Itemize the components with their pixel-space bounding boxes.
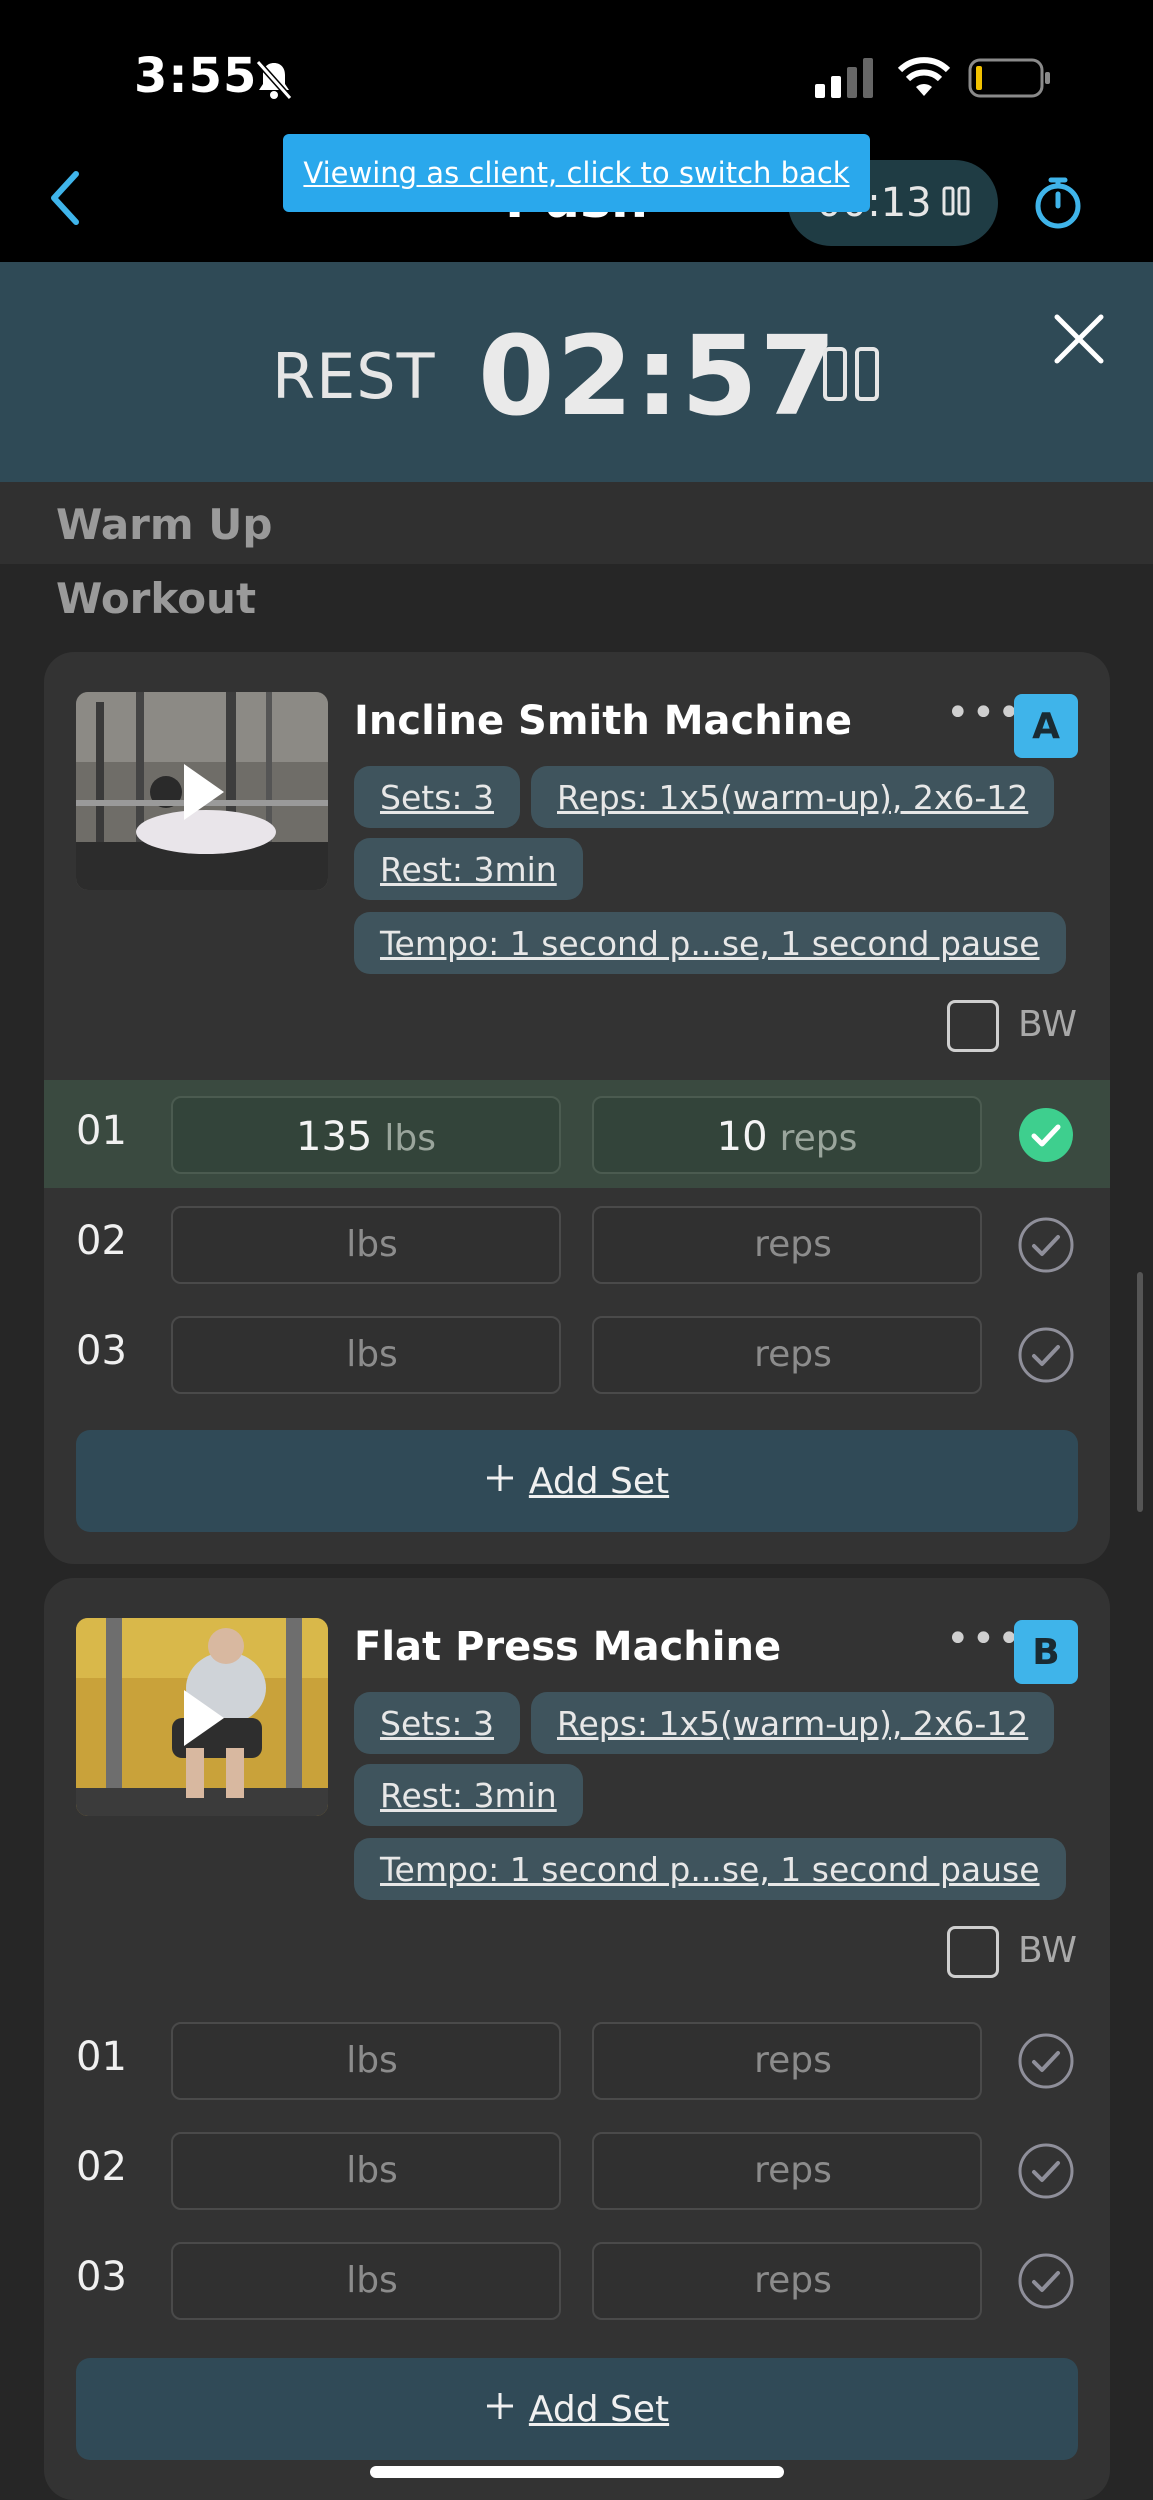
exercise-video-thumbnail[interactable] (76, 692, 328, 890)
reps-input[interactable]: reps (592, 2022, 982, 2100)
cellular-signal-icon (815, 58, 877, 102)
exercise-card-a: Incline Smith Machine ••• A Sets: 3 Reps… (44, 652, 1110, 1564)
add-set-button[interactable]: Add Set (76, 2358, 1078, 2460)
weight-unit: lbs (346, 1334, 398, 1375)
reps-input[interactable]: reps (592, 1316, 982, 1394)
tempo-chip[interactable]: Tempo: 1 second p...se, 1 second pause (354, 912, 1066, 974)
reps-unit: reps (754, 1334, 832, 1375)
set-row: 01 lbs reps (44, 2006, 1110, 2114)
set-number: 02 (76, 1218, 127, 1264)
stopwatch-icon[interactable] (1032, 176, 1084, 234)
bodyweight-label: BW (1018, 1004, 1078, 1045)
exercise-card-b: Flat Press Machine ••• B Sets: 3 Reps: 1… (44, 1578, 1110, 2500)
sets-chip[interactable]: Sets: 3 (354, 1692, 520, 1754)
add-set-label: Add Set (528, 2388, 670, 2430)
weight-value: 135 (296, 1114, 373, 1160)
more-options-icon[interactable]: ••• (946, 690, 1023, 736)
weight-unit: lbs (346, 1224, 398, 1265)
reps-unit: reps (754, 2040, 832, 2081)
status-time: 3:55 (134, 48, 258, 104)
weight-unit: lbs (384, 1118, 436, 1159)
close-icon[interactable] (1052, 312, 1106, 370)
workout-title-section: Workout (56, 574, 257, 623)
bodyweight-label: BW (1018, 1930, 1078, 1971)
weight-unit: lbs (346, 2150, 398, 2191)
warm-up-title[interactable]: Warm Up (56, 500, 272, 549)
bodyweight-checkbox[interactable] (947, 1926, 999, 1978)
plus-icon (485, 1461, 515, 1502)
reps-input[interactable]: reps (592, 2132, 982, 2210)
set-row: 02 lbs reps (44, 2116, 1110, 2224)
add-set-label: Add Set (528, 1460, 670, 1502)
sets-chip[interactable]: Sets: 3 (354, 766, 520, 828)
weight-input[interactable]: 135 lbs (171, 1096, 561, 1174)
set-complete-check-icon[interactable] (1017, 1106, 1075, 1168)
weight-input[interactable]: lbs (171, 2022, 561, 2100)
exercise-letter-badge: B (1014, 1620, 1078, 1684)
exercise-name[interactable]: Flat Press Machine (354, 1624, 781, 1670)
set-number: 02 (76, 2144, 127, 2190)
reps-chip[interactable]: Reps: 1x5(warm-up), 2x6-12 (531, 1692, 1055, 1754)
reps-unit: reps (754, 1224, 832, 1265)
rest-countdown: 02:57 (478, 312, 839, 440)
exercise-video-thumbnail[interactable] (76, 1618, 328, 1816)
set-row: 02 lbs reps (44, 1190, 1110, 1298)
battery-icon (968, 57, 1052, 103)
set-check-icon[interactable] (1017, 1326, 1075, 1388)
rest-pause-icon[interactable] (822, 346, 882, 406)
reps-unit: reps (754, 2150, 832, 2191)
bell-muted-icon (252, 58, 296, 106)
add-set-button[interactable]: Add Set (76, 1430, 1078, 1532)
set-check-icon[interactable] (1017, 2032, 1075, 2094)
more-options-icon[interactable]: ••• (946, 1616, 1023, 1662)
set-number: 01 (76, 1108, 127, 1154)
set-number: 03 (76, 2254, 127, 2300)
weight-input[interactable]: lbs (171, 2132, 561, 2210)
bodyweight-checkbox[interactable] (947, 1000, 999, 1052)
reps-input[interactable]: reps (592, 2242, 982, 2320)
exercise-letter-badge: A (1014, 694, 1078, 758)
set-number: 01 (76, 2034, 127, 2080)
weight-input[interactable]: lbs (171, 1206, 561, 1284)
set-row: 03 lbs reps (44, 2226, 1110, 2334)
wifi-icon (896, 56, 952, 102)
set-check-icon[interactable] (1017, 2142, 1075, 2204)
rest-chip[interactable]: Rest: 3min (354, 838, 583, 900)
switch-client-banner[interactable]: Viewing as client, click to switch back (283, 134, 870, 212)
reps-unit: reps (779, 1118, 858, 1159)
weight-unit: lbs (346, 2040, 398, 2081)
set-check-icon[interactable] (1017, 2252, 1075, 2314)
scroll-indicator (1137, 1272, 1143, 1512)
home-indicator[interactable] (370, 2466, 784, 2478)
set-check-icon[interactable] (1017, 1216, 1075, 1278)
plus-icon (485, 2389, 515, 2430)
pause-icon[interactable] (942, 180, 970, 226)
reps-input[interactable]: reps (592, 1206, 982, 1284)
reps-value: 10 (716, 1114, 768, 1160)
set-row: 01 135 lbs 10 reps (44, 1080, 1110, 1188)
reps-chip[interactable]: Reps: 1x5(warm-up), 2x6-12 (531, 766, 1055, 828)
rest-label: REST (272, 340, 436, 413)
set-number: 03 (76, 1328, 127, 1374)
weight-input[interactable]: lbs (171, 1316, 561, 1394)
tempo-chip[interactable]: Tempo: 1 second p...se, 1 second pause (354, 1838, 1066, 1900)
reps-unit: reps (754, 2260, 832, 2301)
reps-input[interactable]: 10 reps (592, 1096, 982, 1174)
weight-unit: lbs (346, 2260, 398, 2301)
weight-input[interactable]: lbs (171, 2242, 561, 2320)
set-row: 03 lbs reps (44, 1300, 1110, 1408)
exercise-name[interactable]: Incline Smith Machine (354, 698, 852, 744)
rest-chip[interactable]: Rest: 3min (354, 1764, 583, 1826)
